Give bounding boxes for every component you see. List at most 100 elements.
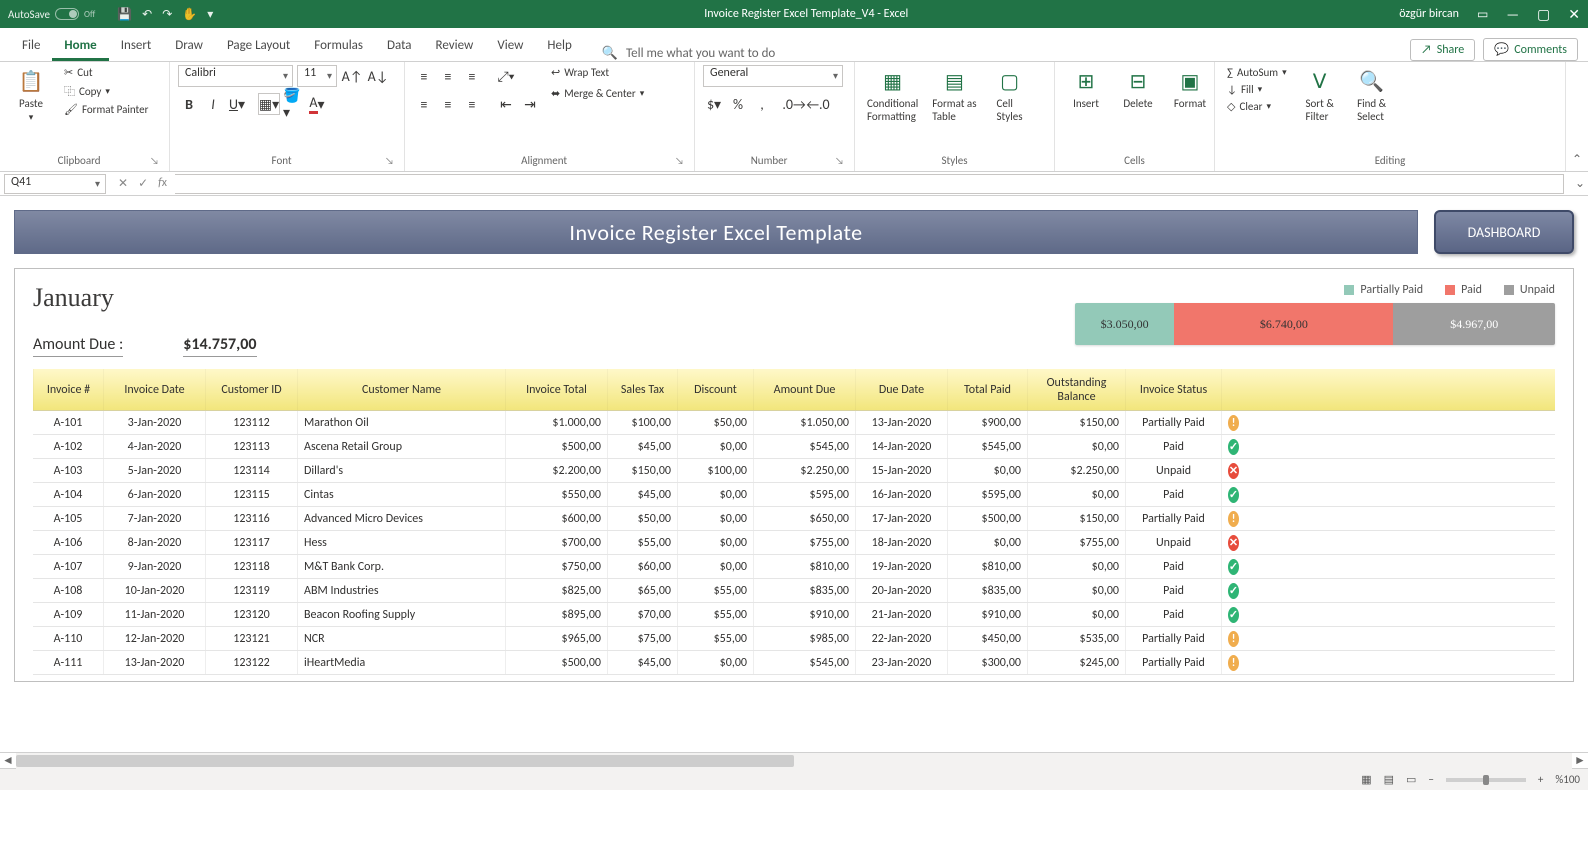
number-format-select[interactable]: General <box>703 65 843 87</box>
insert-cells-button[interactable]: ⊞Insert <box>1063 65 1109 112</box>
delete-cells-button[interactable]: ⊟Delete <box>1115 65 1161 112</box>
table-row[interactable]: A-1024-Jan-2020123113Ascena Retail Group… <box>33 435 1555 459</box>
header-invoice-[interactable]: Invoice # <box>33 369 103 410</box>
ribbon-display-icon[interactable]: ▭ <box>1477 7 1488 22</box>
cancel-formula-icon[interactable]: ✕ <box>118 176 128 191</box>
merge-center-button[interactable]: ⬌Merge & Center▾ <box>547 86 648 101</box>
increase-font-icon[interactable]: A↑ <box>341 65 363 87</box>
table-row[interactable]: A-11113-Jan-2020123122iHeartMedia$500,00… <box>33 651 1555 675</box>
font-launcher-icon[interactable]: ↘ <box>385 154 394 167</box>
touch-mode-icon[interactable]: ✋ <box>182 7 197 22</box>
align-left-icon[interactable]: ≡ <box>413 93 435 115</box>
table-row[interactable]: A-1057-Jan-2020123116Advanced Micro Devi… <box>33 507 1555 531</box>
header-due-date[interactable]: Due Date <box>855 369 947 410</box>
expand-formula-bar-icon[interactable]: ⌄ <box>1572 176 1588 191</box>
user-name[interactable]: özgür bircan <box>1399 7 1459 21</box>
decrease-indent-icon[interactable]: ⇤ <box>495 93 517 115</box>
increase-indent-icon[interactable]: ⇥ <box>519 93 541 115</box>
autosum-button[interactable]: ∑AutoSum▾ <box>1223 65 1291 80</box>
font-name-select[interactable]: Calibri <box>178 65 293 87</box>
minimize-icon[interactable]: — <box>1506 6 1519 23</box>
tab-file[interactable]: File <box>10 32 52 61</box>
table-row[interactable]: A-1046-Jan-2020123115Cintas$550,00$45,00… <box>33 483 1555 507</box>
fill-button[interactable]: ↓Fill▾ <box>1223 82 1291 97</box>
qat-customize-icon[interactable]: ▾ <box>207 7 213 22</box>
scroll-right-icon[interactable]: ► <box>1572 753 1588 768</box>
header-amount-due[interactable]: Amount Due <box>753 369 855 410</box>
increase-decimal-icon[interactable]: .0→ <box>783 93 805 115</box>
tell-me[interactable]: 🔍 Tell me what you want to do <box>602 46 776 61</box>
close-icon[interactable]: ✕ <box>1568 6 1580 23</box>
zoom-out-icon[interactable]: − <box>1422 773 1439 786</box>
sort-filter-button[interactable]: ᐯSort & Filter <box>1297 65 1343 125</box>
align-right-icon[interactable]: ≡ <box>461 93 483 115</box>
copy-button[interactable]: ⿻Copy▾ <box>60 82 152 100</box>
page-break-view-icon[interactable]: ▭ <box>1400 773 1422 786</box>
header-invoice-total[interactable]: Invoice Total <box>505 369 607 410</box>
number-launcher-icon[interactable]: ↘ <box>835 154 844 167</box>
table-row[interactable]: A-1035-Jan-2020123114Dillard's$2.200,00$… <box>33 459 1555 483</box>
name-box[interactable]: Q41 <box>4 174 106 194</box>
normal-view-icon[interactable]: ▦ <box>1355 773 1377 786</box>
decrease-font-icon[interactable]: A↓ <box>367 65 389 87</box>
table-row[interactable]: A-1068-Jan-2020123117Hess$700,00$55,00$0… <box>33 531 1555 555</box>
table-row[interactable]: A-11012-Jan-2020123121NCR$965,00$75,00$5… <box>33 627 1555 651</box>
borders-icon[interactable]: ▦▾ <box>258 93 280 115</box>
header-customer-name[interactable]: Customer Name <box>297 369 505 410</box>
header-invoice-status[interactable]: Invoice Status <box>1125 369 1221 410</box>
clear-button[interactable]: ◇Clear▾ <box>1223 99 1291 114</box>
tab-draw[interactable]: Draw <box>163 32 215 61</box>
percent-icon[interactable]: % <box>727 93 749 115</box>
wrap-text-button[interactable]: ↩Wrap Text <box>547 65 648 80</box>
bold-icon[interactable]: B <box>178 93 200 115</box>
font-size-select[interactable]: 11 <box>297 65 337 87</box>
conditional-formatting-button[interactable]: ▦Conditional Formatting <box>863 65 922 125</box>
zoom-level[interactable]: %100 <box>1555 773 1580 786</box>
share-button[interactable]: ↗ Share <box>1410 39 1475 61</box>
table-row[interactable]: A-1013-Jan-2020123112Marathon Oil$1.000,… <box>33 411 1555 435</box>
cell-styles-button[interactable]: ▢Cell Styles <box>987 65 1033 125</box>
find-select-button[interactable]: 🔍Find & Select <box>1349 65 1395 125</box>
italic-icon[interactable]: I <box>202 93 224 115</box>
paste-button[interactable]: 📋 Paste ▾ <box>8 65 54 125</box>
tab-review[interactable]: Review <box>424 32 486 61</box>
dashboard-button[interactable]: DASHBOARD <box>1434 210 1574 254</box>
horizontal-scrollbar[interactable]: ◄ ► <box>0 752 1588 768</box>
format-cells-button[interactable]: ▣Format <box>1167 65 1213 112</box>
table-row[interactable]: A-10911-Jan-2020123120Beacon Roofing Sup… <box>33 603 1555 627</box>
header-invoice-date[interactable]: Invoice Date <box>103 369 205 410</box>
tab-formulas[interactable]: Formulas <box>302 32 375 61</box>
align-middle-icon[interactable]: ≡ <box>437 65 459 87</box>
header-outstanding-balance[interactable]: Outstanding Balance <box>1027 369 1125 410</box>
fill-color-icon[interactable]: 🪣▾ <box>282 93 304 115</box>
tab-data[interactable]: Data <box>375 32 424 61</box>
save-icon[interactable]: 💾 <box>117 7 132 22</box>
autosave-toggle[interactable]: AutoSave Off <box>8 8 95 21</box>
align-top-icon[interactable]: ≡ <box>413 65 435 87</box>
undo-icon[interactable]: ↶ <box>142 7 152 22</box>
header-customer-id[interactable]: Customer ID <box>205 369 297 410</box>
tab-page-layout[interactable]: Page Layout <box>215 32 302 61</box>
comments-button[interactable]: 💬 Comments <box>1483 38 1578 61</box>
tab-help[interactable]: Help <box>535 32 583 61</box>
accounting-icon[interactable]: $▾ <box>703 93 725 115</box>
fx-icon[interactable]: fx <box>158 176 167 191</box>
worksheet-area[interactable]: Invoice Register Excel Template DASHBOAR… <box>0 196 1588 752</box>
scroll-left-icon[interactable]: ◄ <box>0 753 16 768</box>
header-discount[interactable]: Discount <box>677 369 753 410</box>
comma-icon[interactable]: , <box>751 93 773 115</box>
redo-icon[interactable]: ↷ <box>162 7 172 22</box>
orientation-icon[interactable]: ⤢▾ <box>495 65 517 87</box>
scroll-thumb[interactable] <box>16 755 794 767</box>
table-row[interactable]: A-1079-Jan-2020123118M&T Bank Corp.$750,… <box>33 555 1555 579</box>
zoom-slider[interactable] <box>1446 778 1526 782</box>
collapse-ribbon-icon[interactable]: ⌃ <box>1566 62 1588 171</box>
table-row[interactable]: A-10810-Jan-2020123119ABM Industries$825… <box>33 579 1555 603</box>
underline-icon[interactable]: U▾ <box>226 93 248 115</box>
maximize-icon[interactable]: ▢ <box>1537 6 1550 23</box>
tab-view[interactable]: View <box>485 32 535 61</box>
enter-formula-icon[interactable]: ✓ <box>138 176 148 191</box>
align-bottom-icon[interactable]: ≡ <box>461 65 483 87</box>
zoom-in-icon[interactable]: + <box>1532 773 1549 786</box>
format-as-table-button[interactable]: ▤Format as Table <box>928 65 980 125</box>
